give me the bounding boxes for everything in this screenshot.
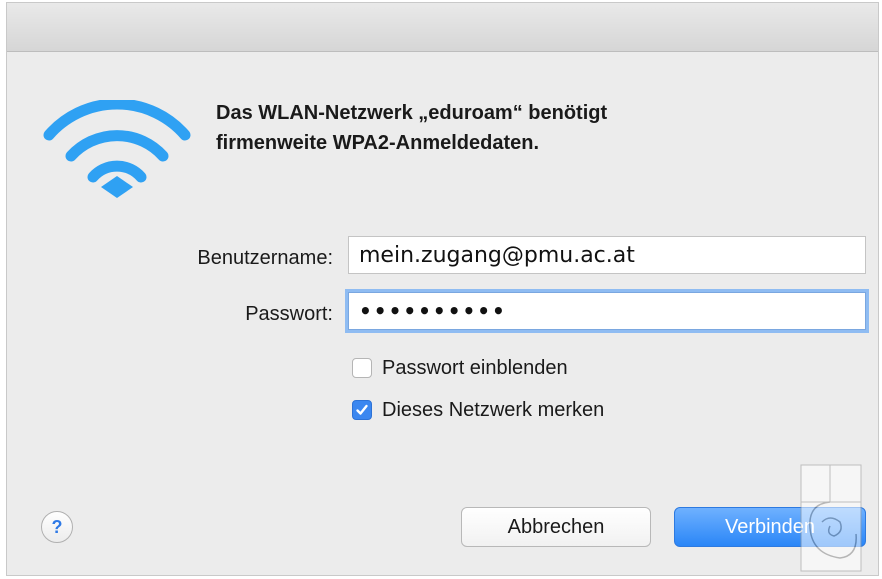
heading-line-2: firmenweite WPA2-Anmeldedaten. bbox=[216, 132, 540, 154]
watermark-logo bbox=[800, 464, 862, 572]
heading-line-1: Das WLAN-Netzwerk „eduroam“ benötigt bbox=[216, 102, 608, 124]
username-field[interactable] bbox=[348, 236, 866, 274]
remember-network-option[interactable]: Dieses Netzwerk merken bbox=[352, 397, 604, 423]
help-button[interactable]: ? bbox=[41, 511, 73, 543]
wifi-icon bbox=[43, 100, 191, 198]
password-input[interactable] bbox=[349, 293, 865, 329]
password-field[interactable] bbox=[348, 292, 866, 330]
password-label: Passwort: bbox=[245, 303, 333, 325]
username-label: Benutzername: bbox=[197, 247, 333, 269]
checkmark-icon bbox=[356, 404, 368, 415]
remember-network-checkbox[interactable] bbox=[352, 400, 372, 420]
dialog-heading: Das WLAN-Netzwerk „eduroam“ benötigt fir… bbox=[216, 98, 816, 158]
cancel-button[interactable]: Abbrechen bbox=[461, 507, 651, 547]
show-password-option[interactable]: Passwort einblenden bbox=[352, 355, 568, 381]
username-input[interactable] bbox=[349, 237, 865, 273]
show-password-checkbox[interactable] bbox=[352, 358, 372, 378]
window-titlebar[interactable] bbox=[7, 3, 878, 52]
show-password-label: Passwort einblenden bbox=[382, 356, 568, 379]
remember-network-label: Dieses Netzwerk merken bbox=[382, 398, 605, 421]
wifi-login-dialog: Das WLAN-Netzwerk „eduroam“ benötigt fir… bbox=[6, 2, 879, 576]
